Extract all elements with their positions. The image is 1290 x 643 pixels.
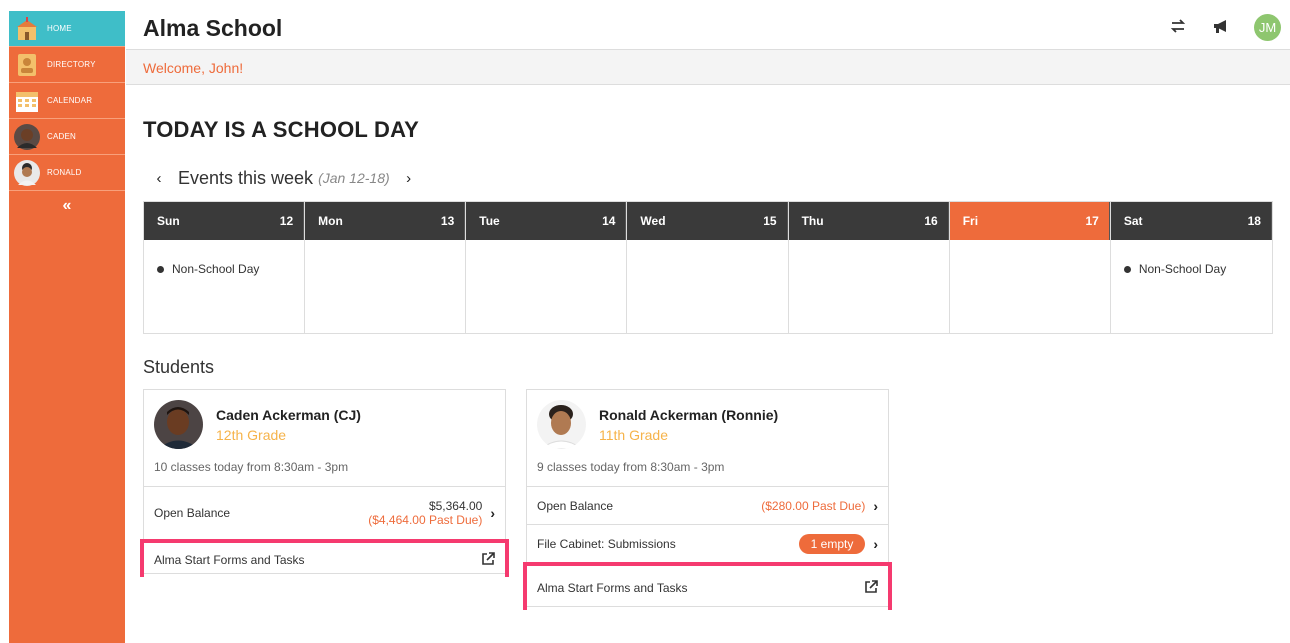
megaphone-icon[interactable] [1211, 16, 1231, 36]
open-balance-row[interactable]: Open Balance ($280.00 Past Due) › [527, 487, 888, 525]
calendar-day-wed[interactable]: Wed 15 [627, 202, 789, 333]
sidebar-item-label: CADEN [47, 132, 77, 141]
welcome-message: Welcome, John! [143, 60, 244, 76]
past-due-amount: ($280.00 Past Due) [761, 498, 866, 513]
bullet-dot-icon [1123, 265, 1131, 273]
forms-label: Alma Start Forms and Tasks [537, 581, 688, 595]
bullet-dot-icon [157, 265, 164, 273]
student-avatar-icon [13, 159, 41, 187]
calendar-day-tue[interactable]: Tue 14 [466, 202, 628, 333]
day-header: Thu 16 [788, 202, 949, 240]
user-avatar[interactable]: JM [1254, 14, 1281, 41]
day-date: 15 [763, 214, 777, 228]
calendar-day-fri[interactable]: Fri 17 [949, 202, 1111, 333]
events-date-range: (Jan 12-18) [318, 170, 390, 186]
sidebar-item-label: DIRECTORY [47, 60, 96, 69]
file-cabinet-label: File Cabinet: Submissions [537, 536, 676, 551]
forms-label: Alma Start Forms and Tasks [154, 553, 305, 567]
event-label: Non-School Day [172, 262, 260, 276]
week-calendar: Sun 12 Non-School Day Mon 13 Tue 14 Wed 15 T… [143, 201, 1273, 334]
student-avatar-icon [13, 123, 41, 151]
day-name: Mon [318, 214, 343, 228]
students-heading: Students [143, 357, 215, 377]
day-name: Sun [157, 214, 180, 228]
day-header: Wed 15 [627, 202, 788, 240]
classes-today: 10 classes today from 8:30am - 3pm [154, 460, 349, 474]
day-header: Sun 12 [144, 202, 305, 240]
student-card-header[interactable]: Caden Ackerman (CJ) 12th Grade 10 classe… [144, 390, 505, 487]
day-date: 18 [1247, 214, 1261, 228]
calendar-day-sat[interactable]: Sat 18 Non-School Day [1110, 202, 1272, 333]
student-avatar [537, 400, 586, 449]
student-grade: 11th Grade [599, 427, 669, 443]
open-balance-label: Open Balance [537, 498, 614, 513]
open-balance-label: Open Balance [154, 506, 231, 520]
sidebar-item-directory[interactable]: DIRECTORY [9, 47, 125, 83]
day-name: Tue [479, 214, 500, 228]
event-label: Non-School Day [1138, 262, 1227, 276]
student-name: Caden Ackerman (CJ) [216, 407, 361, 423]
past-due-amount: ($4,464.00 Past Due) [368, 513, 483, 527]
balance-amount: $5,364.00 [428, 499, 483, 513]
calendar-icon [13, 87, 41, 115]
open-balance-row[interactable]: Open Balance $5,364.00 ($4,464.00 Past D… [144, 487, 505, 540]
top-header: Alma School JM [126, 0, 1290, 50]
collapse-sidebar-icon[interactable]: « [9, 197, 125, 215]
external-link-icon [864, 579, 878, 597]
student-grade: 12th Grade [216, 427, 287, 443]
day-header: Mon 13 [305, 202, 466, 240]
welcome-bar: Welcome, John! [126, 50, 1290, 85]
directory-icon [13, 51, 41, 79]
day-header: Sat 18 [1110, 202, 1272, 240]
sidebar-item-label: RONALD [47, 168, 82, 177]
day-date: 17 [1085, 214, 1099, 228]
day-date: 14 [602, 214, 616, 228]
day-name: Thu [801, 214, 824, 228]
sidebar-item-label: HOME [47, 24, 72, 33]
student-card-caden: Caden Ackerman (CJ) 12th Grade 10 classe… [140, 389, 509, 577]
student-avatar [154, 400, 203, 449]
student-card-ronald: Ronald Ackerman (Ronnie) 11th Grade 9 cl… [523, 389, 892, 610]
prev-week-chevron-icon[interactable]: ‹ [150, 170, 168, 187]
sidebar-item-caden[interactable]: CADEN [9, 119, 125, 155]
day-header: Fri 17 [949, 202, 1110, 240]
events-title: Events this week [178, 167, 314, 188]
day-date: 16 [924, 214, 938, 228]
calendar-event[interactable]: Non-School Day [1111, 240, 1272, 276]
student-name: Ronald Ackerman (Ronnie) [599, 407, 779, 423]
app-title: Alma School [143, 15, 283, 41]
events-week-nav: ‹ Events this week (Jan 12-18) › [150, 167, 418, 189]
next-week-chevron-icon[interactable]: › [400, 170, 418, 187]
day-header: Tue 14 [466, 202, 627, 240]
empty-count-badge: 1 empty [798, 533, 866, 554]
day-name: Wed [640, 214, 666, 228]
chevron-right-icon: › [490, 505, 495, 521]
sidebar-item-home[interactable]: HOME [9, 11, 125, 47]
switch-arrows-icon[interactable] [1168, 16, 1188, 36]
calendar-day-sun[interactable]: Sun 12 Non-School Day [144, 202, 306, 333]
alma-start-forms-link[interactable]: Alma Start Forms and Tasks [523, 562, 892, 610]
alma-start-forms-link[interactable]: Alma Start Forms and Tasks [140, 539, 509, 577]
classes-today: 9 classes today from 8:30am - 3pm [537, 460, 725, 474]
calendar-day-mon[interactable]: Mon 13 [305, 202, 467, 333]
student-card-header[interactable]: Ronald Ackerman (Ronnie) 11th Grade 9 cl… [527, 390, 888, 487]
external-link-icon [481, 551, 495, 569]
day-name: Sat [1123, 214, 1143, 228]
calendar-event[interactable]: Non-School Day [144, 240, 304, 276]
chevron-right-icon: › [873, 535, 878, 552]
calendar-day-thu[interactable]: Thu 16 [788, 202, 950, 333]
sidebar-item-ronald[interactable]: RONALD [9, 155, 125, 191]
day-date: 12 [279, 214, 294, 228]
day-name: Fri [962, 214, 979, 228]
school-day-heading: TODAY IS A SCHOOL DAY [143, 117, 420, 142]
chevron-right-icon: › [873, 497, 878, 514]
sidebar-item-calendar[interactable]: CALENDAR [9, 83, 125, 119]
sidebar-item-label: CALENDAR [47, 96, 93, 105]
school-icon [13, 15, 41, 43]
file-cabinet-row[interactable]: File Cabinet: Submissions 1 empty › [527, 525, 888, 563]
sidebar: HOME DIRECTORY CALENDAR CADEN RONALD « [9, 11, 125, 643]
day-date: 13 [440, 214, 455, 228]
